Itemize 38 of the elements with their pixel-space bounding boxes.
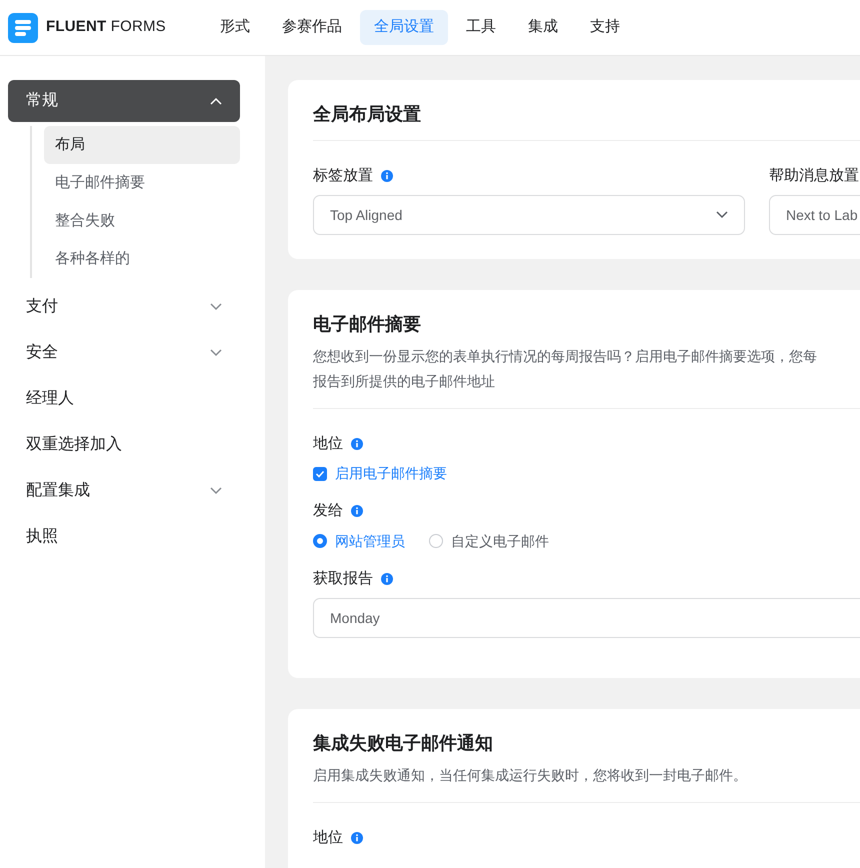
- sidebar-item[interactable]: 配置集成: [8, 470, 240, 512]
- sidebar-item[interactable]: 常规: [8, 80, 240, 122]
- radio-option[interactable]: 自定义电子邮件: [429, 530, 549, 552]
- field-label: 获取报告: [313, 568, 373, 589]
- select-field[interactable]: Top Aligned: [313, 195, 745, 236]
- nav-tab[interactable]: 形式: [206, 10, 264, 45]
- field-label: 地位: [313, 434, 343, 454]
- nav-tab[interactable]: 参赛作品: [268, 10, 356, 45]
- select-field[interactable]: Next to Lab: [769, 195, 860, 236]
- description-text: 启用集成失败通知，当任何集成运行失败时，您将收到一封电子邮件。: [313, 766, 748, 785]
- sidebar-subitem[interactable]: 布局: [44, 126, 240, 164]
- radio-option[interactable]: 网站管理员: [313, 530, 405, 552]
- nav-tab[interactable]: 支持: [576, 10, 634, 45]
- field-label: 标签放置: [313, 166, 373, 186]
- section-title: 全局布局设置: [313, 104, 422, 126]
- field-label: 帮助消息放置: [769, 166, 859, 186]
- nav-tab[interactable]: 工具: [452, 10, 510, 45]
- section-title: 集成失败电子邮件通知: [313, 733, 494, 755]
- sidebar-item[interactable]: 执照: [8, 516, 240, 558]
- nav-tab[interactable]: 集成: [514, 10, 572, 45]
- sidebar-item[interactable]: 安全: [8, 332, 240, 374]
- logo-icon: [8, 12, 38, 42]
- sidebar-item[interactable]: 双重选择加入: [8, 424, 240, 466]
- sidebar-subitem[interactable]: 电子邮件摘要: [44, 164, 240, 202]
- section-title: 电子邮件摘要: [313, 314, 422, 336]
- description-text: 报告到所提供的电子邮件地址: [313, 372, 496, 391]
- sidebar-item[interactable]: 支付: [8, 286, 240, 328]
- field-label: 发给: [313, 501, 343, 522]
- sidebar-subitem[interactable]: 整合失败: [44, 202, 240, 240]
- description-text: 您想收到一份显示您的表单执行情况的每周报告吗？启用电子邮件摘要选项，您每: [313, 346, 818, 366]
- chevron-icon: [716, 211, 728, 220]
- checkbox-option[interactable]: 启用电子邮件摘要: [313, 463, 860, 484]
- select-field[interactable]: Monday: [313, 598, 860, 638]
- brand-name: FLUENT FORMS: [46, 17, 166, 38]
- field-label: 地位: [313, 828, 343, 848]
- checkbox[interactable]: [313, 466, 327, 481]
- sidebar-subitem[interactable]: 各种各样的: [44, 240, 240, 278]
- sidebar-item[interactable]: 经理人: [8, 378, 240, 420]
